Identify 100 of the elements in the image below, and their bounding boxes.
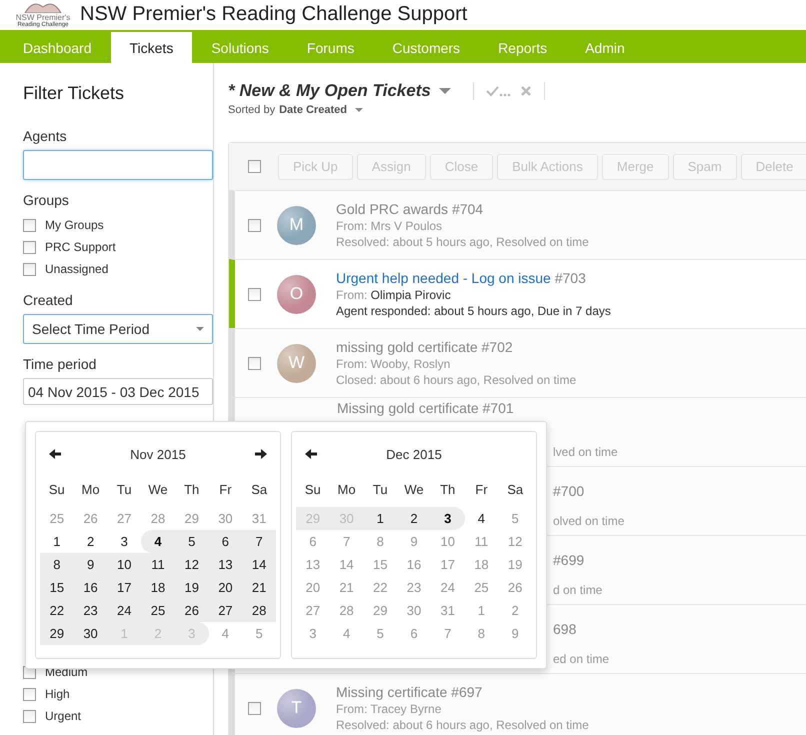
calendar-day[interactable]: 30 bbox=[208, 507, 242, 530]
calendar-day[interactable]: 7 bbox=[242, 530, 276, 553]
calendar-day[interactable]: 23 bbox=[397, 576, 431, 599]
nav-tab[interactable]: Reports bbox=[479, 32, 566, 63]
calendar-day[interactable]: 3 bbox=[296, 622, 330, 645]
agents-field[interactable] bbox=[23, 150, 213, 180]
checkbox[interactable] bbox=[248, 218, 261, 232]
calendar-day[interactable]: 11 bbox=[464, 530, 498, 553]
calendar-day[interactable]: 2 bbox=[397, 507, 431, 530]
calendar-day[interactable]: 7 bbox=[430, 622, 465, 645]
ticket-row[interactable]: W missing gold certificate #702 From: Wooby, Roslyn Closed: about 6 hours ago, Resolved on time bbox=[229, 328, 806, 397]
ticket-title[interactable]: Missing gold certificate #701 bbox=[337, 400, 514, 416]
calendar-day[interactable]: 6 bbox=[208, 530, 242, 553]
checkbox[interactable] bbox=[248, 356, 261, 370]
calendar-day[interactable]: 22 bbox=[363, 576, 398, 599]
time-period-select[interactable]: Select Time Period bbox=[23, 314, 213, 344]
caret-icon[interactable] bbox=[354, 108, 363, 112]
ticket-row[interactable]: T Missing certificate #697 From: Tracey Byrne Resolved: about 6 hours ago, Resolved on time bbox=[229, 673, 806, 735]
calendar-day[interactable]: 26 bbox=[498, 576, 532, 599]
calendar-day[interactable]: 29 bbox=[363, 599, 398, 622]
calendar-day[interactable]: 26 bbox=[74, 507, 108, 530]
ticket-title[interactable]: Gold PRC awards #704 bbox=[336, 201, 589, 217]
calendar-day[interactable]: 28 bbox=[141, 507, 175, 530]
calendar-day[interactable]: 11 bbox=[141, 553, 175, 576]
calendar-day[interactable]: 24 bbox=[430, 576, 465, 599]
calendar-day[interactable]: 22 bbox=[40, 599, 74, 622]
ticket-row[interactable]: O Urgent help needed - Log on issue #703 From: Olimpia Pirovic Agent responded: about 5 hours ago, Due in 7 days bbox=[229, 259, 806, 328]
ticket-row[interactable]: M Gold PRC awards #704 From: Mrs V Poulos Resolved: about 5 hours ago, Resolved on time bbox=[229, 190, 806, 259]
calendar-day[interactable]: 28 bbox=[242, 599, 276, 622]
calendar-day[interactable]: 9 bbox=[74, 553, 108, 576]
calendar-day[interactable]: 1 bbox=[464, 599, 498, 622]
calendar-day[interactable]: 25 bbox=[464, 576, 498, 599]
calendar-day[interactable]: 5 bbox=[242, 622, 276, 645]
calendar-day[interactable]: 2 bbox=[498, 599, 532, 622]
calendar-day[interactable]: 12 bbox=[498, 530, 532, 553]
checkbox[interactable] bbox=[248, 288, 261, 300]
ticket-title[interactable]: missing gold certificate #702 bbox=[336, 339, 576, 355]
calendar-day[interactable]: 20 bbox=[296, 576, 330, 599]
checkbox[interactable] bbox=[23, 240, 36, 254]
nav-tab[interactable]: Tickets bbox=[110, 32, 192, 63]
calendar-day[interactable]: 26 bbox=[174, 599, 209, 622]
calendar-day[interactable]: 24 bbox=[107, 599, 142, 622]
calendar-day[interactable]: 8 bbox=[40, 553, 74, 576]
ticket-title[interactable]: Missing certificate #697 bbox=[336, 684, 589, 700]
calendar-day[interactable]: 29 bbox=[40, 622, 74, 645]
sort-dropdown[interactable]: Date Created bbox=[279, 104, 347, 116]
ticket-title[interactable]: 698 bbox=[553, 621, 576, 637]
calendar-day[interactable]: 3 bbox=[430, 507, 465, 530]
calendar-day[interactable]: 6 bbox=[296, 530, 330, 553]
ticket-title[interactable]: #699 bbox=[553, 552, 584, 568]
calendar-day[interactable]: 3 bbox=[107, 530, 142, 553]
date-range-field[interactable]: 04 Nov 2015 - 03 Dec 2015 bbox=[23, 378, 213, 405]
calendar-day[interactable]: 16 bbox=[397, 553, 431, 576]
check-icon[interactable] bbox=[486, 85, 512, 97]
calendar-day[interactable]: 4 bbox=[208, 622, 242, 645]
prev-month-icon[interactable] bbox=[48, 448, 62, 460]
checkbox[interactable] bbox=[23, 218, 36, 232]
calendar-day[interactable]: 30 bbox=[397, 599, 431, 622]
calendar-day[interactable]: 14 bbox=[330, 553, 364, 576]
calendar-day[interactable]: 5 bbox=[498, 507, 532, 530]
checkbox[interactable] bbox=[23, 688, 36, 700]
calendar-day[interactable]: 4 bbox=[464, 507, 498, 530]
next-month-icon[interactable] bbox=[254, 448, 268, 460]
prev-month-icon[interactable] bbox=[304, 448, 318, 460]
nav-tab[interactable]: Dashboard bbox=[4, 32, 110, 63]
calendar-day[interactable]: 20 bbox=[208, 576, 242, 599]
nav-tab[interactable]: Forums bbox=[288, 32, 374, 63]
calendar-day[interactable]: 13 bbox=[296, 553, 330, 576]
calendar-day[interactable]: 18 bbox=[464, 553, 498, 576]
nav-tab[interactable]: Customers bbox=[373, 32, 480, 63]
calendar-day[interactable]: 25 bbox=[40, 507, 74, 530]
calendar-day[interactable]: 21 bbox=[330, 576, 364, 599]
calendar-day[interactable]: 15 bbox=[363, 553, 398, 576]
calendar-day[interactable]: 30 bbox=[74, 622, 108, 645]
calendar-day[interactable]: 4 bbox=[141, 530, 175, 553]
calendar-day[interactable]: 8 bbox=[363, 530, 398, 553]
ticket-title[interactable]: Urgent help needed - Log on issue #703 bbox=[336, 270, 611, 286]
ticket-title[interactable]: #700 bbox=[553, 483, 584, 499]
checkbox[interactable] bbox=[248, 702, 261, 714]
checkbox[interactable] bbox=[23, 710, 36, 722]
calendar-day[interactable]: 27 bbox=[296, 599, 330, 622]
calendar-day[interactable]: 13 bbox=[208, 553, 242, 576]
calendar-day[interactable]: 6 bbox=[397, 622, 431, 645]
calendar-day[interactable]: 5 bbox=[174, 530, 209, 553]
calendar-day[interactable]: 2 bbox=[74, 530, 108, 553]
calendar-day[interactable]: 18 bbox=[141, 576, 175, 599]
calendar-day[interactable]: 16 bbox=[74, 576, 108, 599]
calendar-day[interactable]: 25 bbox=[141, 599, 175, 622]
calendar-day[interactable]: 9 bbox=[498, 622, 532, 645]
checkbox[interactable] bbox=[23, 262, 36, 276]
nav-tab[interactable]: Admin bbox=[566, 32, 644, 63]
calendar-day[interactable]: 29 bbox=[174, 507, 209, 530]
calendar-day[interactable]: 19 bbox=[174, 576, 209, 599]
calendar-day[interactable]: 7 bbox=[330, 530, 364, 553]
calendar-day[interactable]: 31 bbox=[242, 507, 276, 530]
calendar-day[interactable]: 28 bbox=[330, 599, 364, 622]
calendar-day[interactable]: 5 bbox=[363, 622, 398, 645]
calendar-day[interactable]: 19 bbox=[498, 553, 532, 576]
close-icon[interactable] bbox=[520, 85, 532, 97]
caret-icon[interactable] bbox=[438, 88, 451, 94]
